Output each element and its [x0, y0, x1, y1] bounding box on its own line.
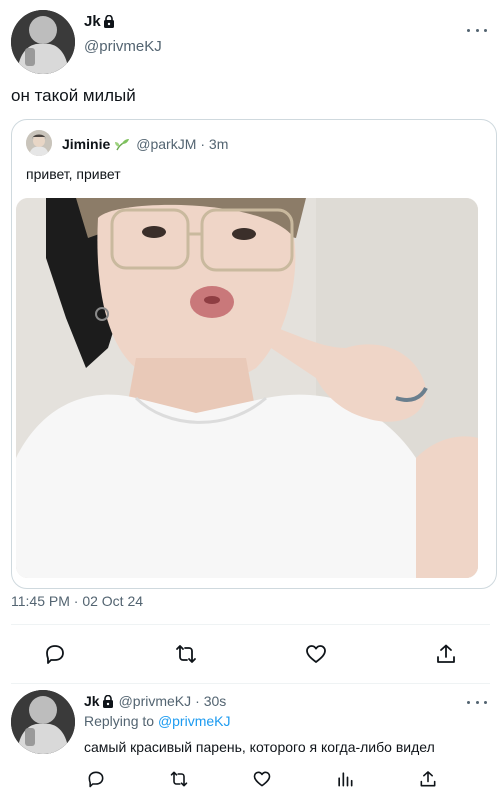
quoted-photo[interactable] [16, 198, 478, 578]
avatar-photo [11, 10, 75, 74]
quoted-avatar-photo [26, 130, 52, 156]
sprout-icon [114, 137, 130, 151]
lock-icon [103, 14, 115, 28]
avatar[interactable] [11, 10, 75, 74]
handle[interactable]: @privmeKJ [84, 38, 162, 55]
share-icon[interactable] [418, 769, 438, 789]
quoted-handle[interactable]: @parkJM [136, 136, 196, 152]
like-icon[interactable] [252, 769, 272, 789]
timestamp[interactable]: 11:45 PM · 02 Oct 24 [11, 593, 143, 609]
divider [11, 683, 490, 684]
more-icon[interactable] [467, 25, 487, 35]
quoted-text: привет, привет [26, 166, 121, 182]
retweet-icon[interactable] [174, 642, 198, 666]
lock-icon [102, 694, 114, 708]
reply-time: · 30s [195, 693, 227, 709]
reply-icon[interactable] [43, 642, 67, 666]
author-name-row: Jk [84, 13, 115, 30]
reply-display-name[interactable]: Jk [84, 693, 100, 709]
replying-prefix: Replying to [84, 713, 155, 729]
quoted-display-name[interactable]: Jiminie [62, 136, 110, 152]
replying-to: Replying to @privmeKJ [84, 713, 231, 729]
quoted-avatar[interactable] [26, 130, 52, 156]
share-icon[interactable] [434, 642, 458, 666]
retweet-icon[interactable] [169, 769, 189, 789]
reply-avatar[interactable] [11, 690, 75, 754]
like-icon[interactable] [304, 642, 328, 666]
reply-handle[interactable]: @privmeKJ [119, 693, 192, 709]
quoted-time: · 3m [200, 136, 229, 152]
reply-avatar-photo [11, 690, 75, 754]
reply-icon[interactable] [86, 769, 106, 789]
divider [11, 624, 490, 625]
tweet-text: он такой милый [11, 86, 136, 105]
display-name[interactable]: Jk [84, 13, 101, 30]
views-icon[interactable] [335, 769, 355, 789]
quoted-header: Jiminie @parkJM · 3m [62, 136, 228, 152]
replying-mention[interactable]: @privmeKJ [158, 713, 231, 729]
photo-illustration [16, 198, 478, 578]
reply-header: Jk @privmeKJ · 30s [84, 693, 226, 709]
quoted-tweet[interactable]: Jiminie @parkJM · 3m привет, привет [11, 119, 497, 589]
more-icon[interactable] [467, 697, 487, 707]
reply-text: самый красивый парень, которого я когда-… [84, 739, 435, 755]
